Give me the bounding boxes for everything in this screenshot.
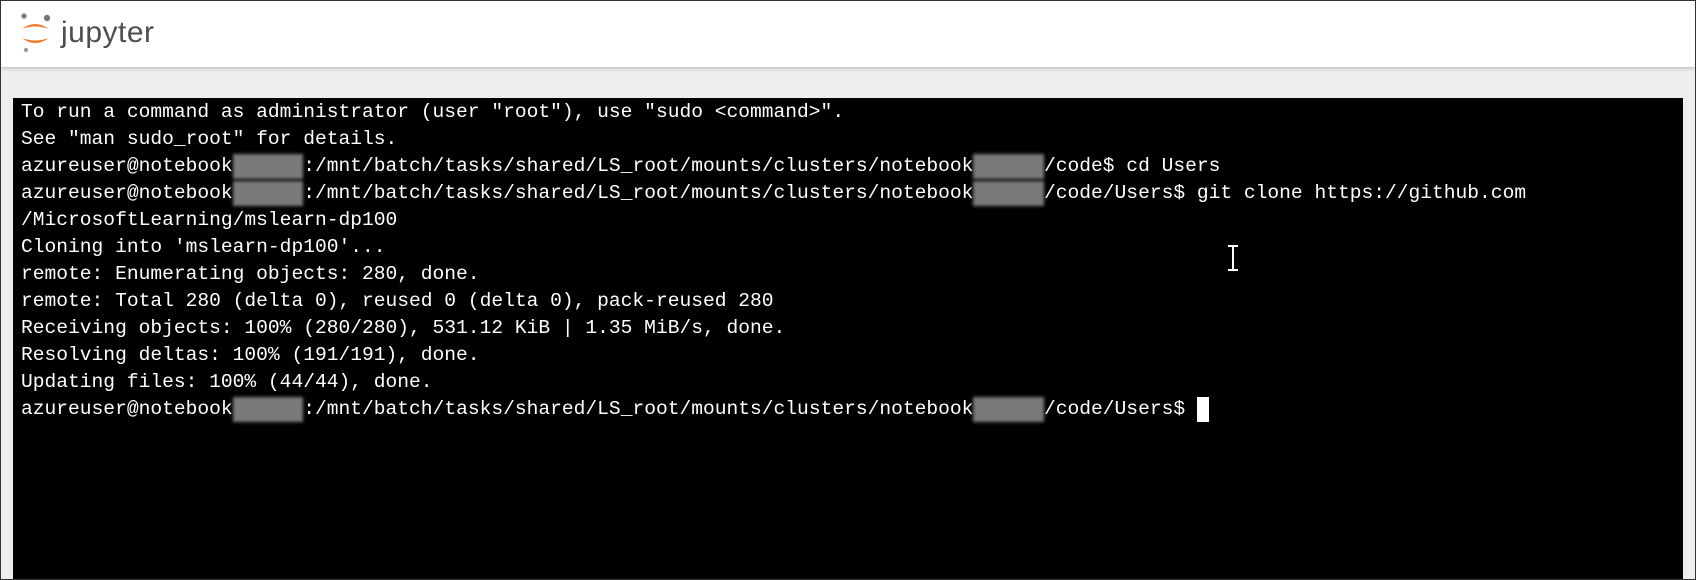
redacted-text: 311168 (973, 397, 1044, 422)
terminal-line: azureuser@notebook311168:/mnt/batch/task… (21, 180, 1683, 207)
redacted-text: 311168 (232, 154, 304, 179)
terminal-text: remote: Total 280 (delta 0), reused 0 (d… (21, 290, 774, 312)
jupyter-header: jupyter (1, 1, 1695, 67)
terminal-line: Updating files: 100% (44/44), done. (21, 369, 1683, 396)
terminal-text: azureuser@notebook (21, 182, 233, 204)
terminal-text: Cloning into 'mslearn-dp100'... (21, 236, 386, 258)
terminal-line: azureuser@notebook311168:/mnt/batch/task… (21, 153, 1683, 180)
terminal-text: To run a command as administrator (user … (21, 101, 845, 123)
terminal-text: See "man sudo_root" for details. (21, 128, 398, 150)
terminal-line: To run a command as administrator (user … (21, 99, 1683, 126)
jupyter-logo-text: jupyter (61, 16, 155, 49)
redacted-text: 311168 (973, 181, 1044, 206)
terminal-text: /MicrosoftLearning/mslearn-dp100 (21, 209, 398, 231)
terminal-text: :/mnt/batch/tasks/shared/LS_root/mounts/… (303, 182, 974, 204)
jupyter-logo-icon (19, 11, 53, 55)
redacted-text: 311168 (973, 154, 1044, 179)
terminal-text: azureuser@notebook (21, 155, 233, 177)
redacted-text: 311168 (232, 181, 304, 206)
terminal-text: remote: Enumerating objects: 280, done. (21, 263, 480, 285)
redacted-text: 311168 (232, 397, 304, 422)
terminal-text: azureuser@notebook (21, 398, 233, 420)
terminal-text: Resolving deltas: 100% (191/191), done. (21, 344, 480, 366)
jupyter-window: jupyter To run a command as administrato… (0, 0, 1696, 580)
terminal-line: remote: Enumerating objects: 280, done. (21, 261, 1683, 288)
terminal-line: Resolving deltas: 100% (191/191), done. (21, 342, 1683, 369)
terminal-text: /code/Users$ (1044, 398, 1186, 420)
terminal-line: Receiving objects: 100% (280/280), 531.1… (21, 315, 1683, 342)
terminal-text: /code$ cd Users (1044, 155, 1221, 177)
terminal-text: :/mnt/batch/tasks/shared/LS_root/mounts/… (303, 155, 974, 177)
terminal-line: azureuser@notebook311168:/mnt/batch/task… (21, 396, 1683, 423)
terminal-output: To run a command as administrator (user … (21, 99, 1683, 423)
terminal-line: /MicrosoftLearning/mslearn-dp100 (21, 207, 1683, 234)
terminal-text: :/mnt/batch/tasks/shared/LS_root/mounts/… (303, 398, 974, 420)
terminal-line: remote: Total 280 (delta 0), reused 0 (d… (21, 288, 1683, 315)
jupyter-logo[interactable]: jupyter (19, 11, 155, 55)
terminal-text: Receiving objects: 100% (280/280), 531.1… (21, 317, 786, 339)
terminal-panel[interactable]: To run a command as administrator (user … (13, 98, 1683, 579)
terminal-line: Cloning into 'mslearn-dp100'... (21, 234, 1683, 261)
terminal-text: Updating files: 100% (44/44), done. (21, 371, 433, 393)
terminal-text: /code/Users$ git clone https://github.co… (1044, 182, 1527, 204)
text-ibeam-icon (1226, 244, 1240, 272)
terminal-cursor (1197, 397, 1210, 422)
terminal-line: See "man sudo_root" for details. (21, 126, 1683, 153)
